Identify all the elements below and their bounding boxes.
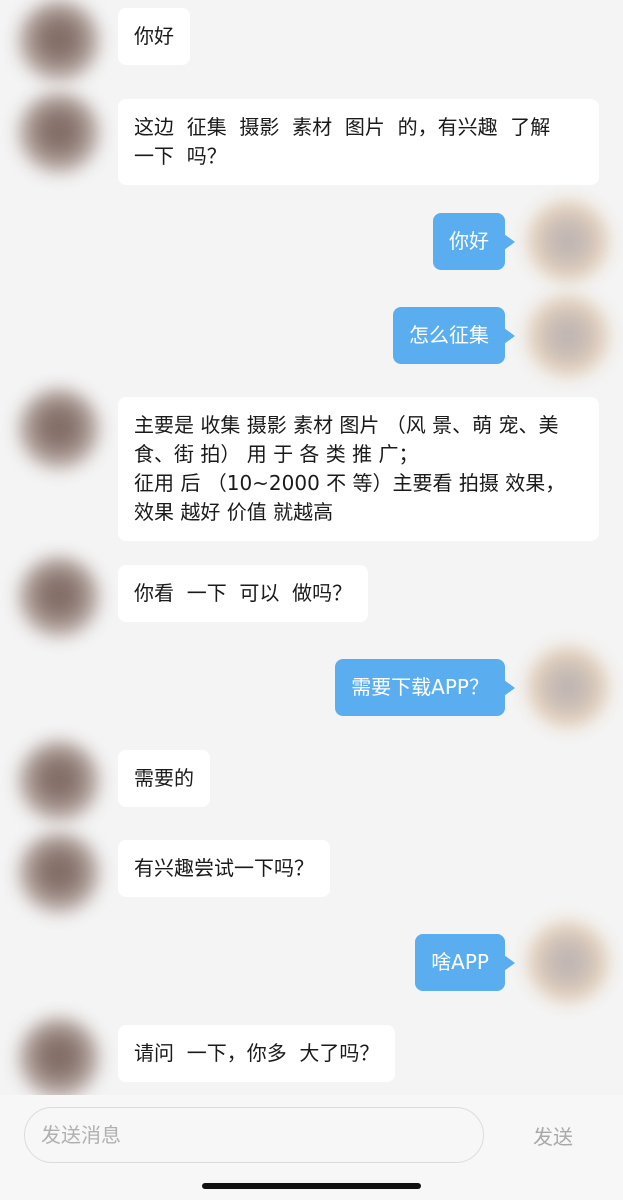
user-avatar[interactable] <box>527 295 609 377</box>
user-avatar[interactable] <box>527 200 609 282</box>
incoming-message: 需要的 <box>118 750 210 807</box>
chat-message-list[interactable]: 你好 这边 征集 摄影 素材 图片 的，有兴趣 了解 一下 吗？ 你好 怎么征集… <box>0 0 623 1099</box>
incoming-message: 主要是 收集 摄影 素材 图片 （风 景、萌 宠、美 食、街 拍） 用 于 各 … <box>118 397 599 541</box>
contact-avatar[interactable] <box>18 388 100 470</box>
outgoing-message: 啥APP <box>415 934 515 991</box>
contact-avatar[interactable] <box>18 1017 100 1099</box>
send-button[interactable]: 发送 <box>510 1115 596 1155</box>
contact-avatar[interactable] <box>18 740 100 822</box>
incoming-message: 请问 一下，你多 大了吗？ <box>118 1025 396 1082</box>
incoming-message: 你看 一下 可以 做吗？ <box>118 565 369 622</box>
incoming-message: 你好 <box>118 8 190 65</box>
incoming-message: 这边 征集 摄影 素材 图片 的，有兴趣 了解 一下 吗？ <box>118 99 599 185</box>
outgoing-message: 需要下载APP？ <box>335 659 515 716</box>
message-input[interactable] <box>24 1107 484 1163</box>
outgoing-message: 你好 <box>433 213 515 270</box>
user-avatar[interactable] <box>527 646 609 728</box>
outgoing-message: 怎么征集 <box>393 307 515 364</box>
contact-avatar[interactable] <box>18 92 100 174</box>
home-indicator <box>202 1183 421 1189</box>
contact-avatar[interactable] <box>18 832 100 914</box>
user-avatar[interactable] <box>527 921 609 1003</box>
contact-avatar[interactable] <box>18 0 100 82</box>
incoming-message: 有兴趣尝试一下吗？ <box>118 840 330 897</box>
contact-avatar[interactable] <box>18 556 100 638</box>
